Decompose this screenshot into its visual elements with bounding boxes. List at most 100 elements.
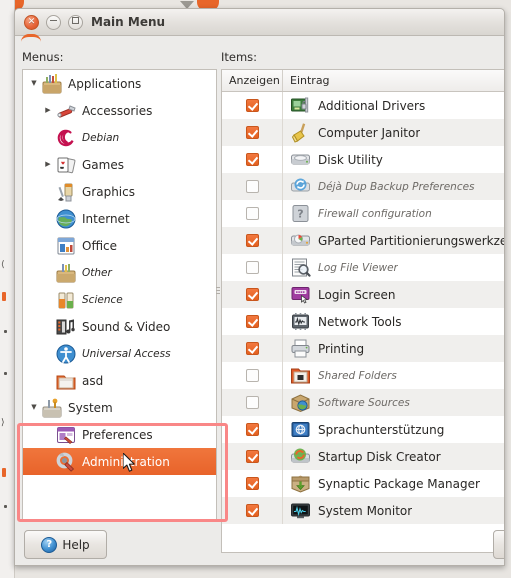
anzeigen-cell[interactable]: [222, 200, 283, 227]
chevron-down-icon[interactable]: ▼: [27, 404, 41, 411]
show-checkbox[interactable]: [245, 126, 259, 139]
close-icon[interactable]: ✕: [24, 15, 39, 30]
show-checkbox[interactable]: [245, 288, 259, 301]
table-row[interactable]: Network Tools: [222, 308, 504, 335]
eintrag-cell: Network Tools: [283, 311, 504, 332]
chevron-down-icon[interactable]: ▼: [27, 80, 41, 87]
tree-item-asd[interactable]: asd: [23, 367, 216, 394]
table-row[interactable]: Startup Disk Creator: [222, 443, 504, 470]
anzeigen-cell[interactable]: [222, 254, 283, 281]
show-checkbox[interactable]: [245, 153, 259, 166]
items-list-header: Anzeigen Eintrag: [222, 70, 504, 92]
tree-item-label: Other: [82, 266, 112, 279]
background-glyph-2: ⟩: [1, 418, 5, 428]
menus-tree[interactable]: ▼ Applications ▶ Accessories Debian ▶ Games Gra…: [22, 69, 217, 520]
tree-item-internet[interactable]: Internet: [23, 205, 216, 232]
items-list-body: Additional Drivers Computer Janitor Disk U…: [222, 92, 504, 524]
anzeigen-cell[interactable]: [222, 416, 283, 443]
anzeigen-cell[interactable]: [222, 362, 283, 389]
close-dialog-button[interactable]: [493, 530, 504, 559]
tree-item-debian[interactable]: Debian: [23, 124, 216, 151]
anzeigen-cell[interactable]: [222, 227, 283, 254]
language-support-icon: [290, 419, 311, 440]
minimize-icon[interactable]: [46, 15, 61, 30]
show-checkbox[interactable]: [245, 261, 259, 274]
system-icon: [41, 397, 63, 419]
anzeigen-cell[interactable]: [222, 470, 283, 497]
anzeigen-cell[interactable]: [222, 146, 283, 173]
tree-item-administration[interactable]: Administration: [23, 448, 216, 475]
tree-item-other[interactable]: Other: [23, 259, 216, 286]
tree-item-system[interactable]: ▼ System: [23, 394, 216, 421]
show-checkbox[interactable]: [245, 369, 259, 382]
graphics-icon: [55, 181, 77, 203]
show-checkbox[interactable]: [245, 396, 259, 409]
anzeigen-cell[interactable]: [222, 443, 283, 470]
eintrag-cell: Sprachunterstützung: [283, 419, 504, 440]
column-header-anzeigen[interactable]: Anzeigen: [222, 70, 283, 91]
tree-item-graphics[interactable]: Graphics: [23, 178, 216, 205]
tree-item-games[interactable]: ▶ Games: [23, 151, 216, 178]
show-checkbox[interactable]: [245, 99, 259, 112]
eintrag-cell: Printing: [283, 338, 504, 359]
table-row[interactable]: Disk Utility: [222, 146, 504, 173]
show-checkbox[interactable]: [245, 477, 259, 490]
table-row[interactable]: Additional Drivers: [222, 92, 504, 119]
show-checkbox[interactable]: [245, 423, 259, 436]
window-titlebar[interactable]: ✕ Main Menu: [15, 9, 504, 36]
table-row[interactable]: Log File Viewer: [222, 254, 504, 281]
table-row[interactable]: Sprachunterstützung: [222, 416, 504, 443]
table-row[interactable]: GParted Partitionierungswerkzeug: [222, 227, 504, 254]
tree-item-office[interactable]: Office: [23, 232, 216, 259]
table-row[interactable]: Shared Folders: [222, 362, 504, 389]
anzeigen-cell[interactable]: [222, 335, 283, 362]
table-row[interactable]: Software Sources: [222, 389, 504, 416]
anzeigen-cell[interactable]: [222, 308, 283, 335]
table-row[interactable]: Login Screen: [222, 281, 504, 308]
maximize-icon[interactable]: [68, 15, 83, 30]
table-row[interactable]: Printing: [222, 335, 504, 362]
folder-icon: [55, 370, 77, 392]
eintrag-cell: Déjà Dup Backup Preferences: [283, 176, 504, 197]
tree-item-science[interactable]: Science: [23, 286, 216, 313]
table-row[interactable]: Synaptic Package Manager: [222, 470, 504, 497]
tree-item-universal-access[interactable]: Universal Access: [23, 340, 216, 367]
show-checkbox[interactable]: [245, 315, 259, 328]
anzeigen-cell[interactable]: [222, 497, 283, 524]
show-checkbox[interactable]: [245, 450, 259, 463]
show-checkbox[interactable]: [245, 207, 259, 220]
anzeigen-cell[interactable]: [222, 92, 283, 119]
help-button-label: Help: [62, 537, 90, 552]
anzeigen-cell[interactable]: [222, 119, 283, 146]
table-row[interactable]: ? Firewall configuration: [222, 200, 504, 227]
anzeigen-cell[interactable]: [222, 389, 283, 416]
games-icon: [55, 154, 77, 176]
table-row[interactable]: System Monitor: [222, 497, 504, 524]
help-button[interactable]: ? Help: [24, 530, 107, 559]
show-checkbox[interactable]: [245, 180, 259, 193]
show-checkbox[interactable]: [245, 234, 259, 247]
tree-item-accessories[interactable]: ▶ Accessories: [23, 97, 216, 124]
table-row[interactable]: Computer Janitor: [222, 119, 504, 146]
anzeigen-cell[interactable]: [222, 173, 283, 200]
items-list[interactable]: Anzeigen Eintrag Additional Drivers Compu…: [221, 69, 504, 553]
anzeigen-cell[interactable]: [222, 281, 283, 308]
main-menu-window: ✕ Main Menu Menus: Items: ▼ Applications ▶…: [14, 8, 505, 566]
background-dot-2: [4, 372, 7, 375]
show-checkbox[interactable]: [245, 342, 259, 355]
eintrag-cell: Login Screen: [283, 284, 504, 305]
tree-item-label: asd: [82, 373, 104, 388]
tree-item-sound-video[interactable]: Sound & Video: [23, 313, 216, 340]
tree-item-label: Applications: [68, 76, 142, 91]
chevron-right-icon[interactable]: ▶: [41, 107, 55, 114]
background-mark-1: [2, 292, 6, 301]
show-checkbox[interactable]: [245, 504, 259, 517]
help-icon: ?: [41, 536, 58, 553]
table-row[interactable]: Déjà Dup Backup Preferences: [222, 173, 504, 200]
svg-text:?: ?: [297, 208, 303, 221]
tree-item-preferences[interactable]: Preferences: [23, 421, 216, 448]
chevron-right-icon[interactable]: ▶: [41, 161, 55, 168]
preferences-icon: [55, 424, 77, 446]
tree-item-applications[interactable]: ▼ Applications: [23, 70, 216, 97]
column-header-eintrag[interactable]: Eintrag: [283, 70, 504, 91]
